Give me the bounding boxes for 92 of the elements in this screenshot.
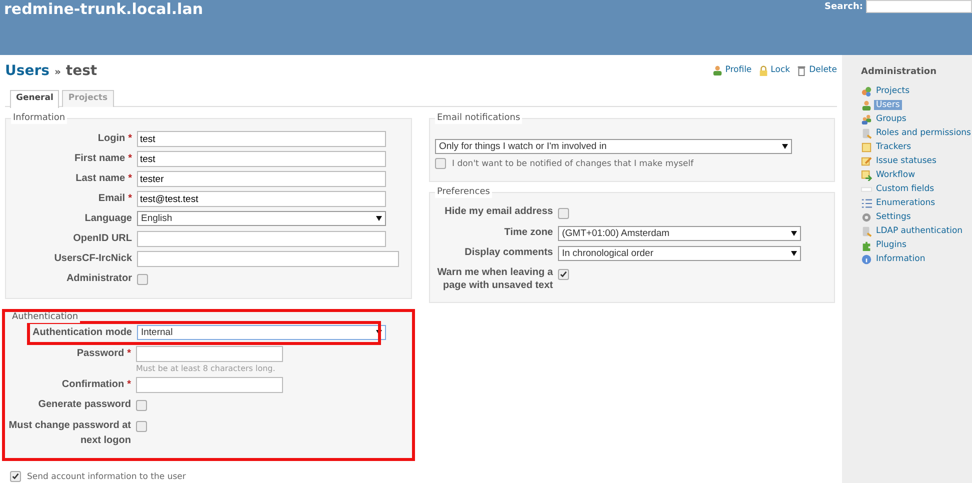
document-icon bbox=[861, 128, 872, 138]
caret-icon bbox=[782, 144, 788, 149]
field-label: UsersCF-IrcNick bbox=[54, 253, 132, 264]
required-mark: * bbox=[128, 173, 132, 184]
sidebar-link[interactable]: Trackers bbox=[874, 142, 914, 152]
sidebar-link[interactable]: Groups bbox=[874, 114, 908, 124]
sidebar-link[interactable]: LDAP authentication bbox=[874, 226, 965, 236]
section-legend: Authentication bbox=[10, 312, 80, 323]
field-label: First name bbox=[74, 153, 126, 164]
checkbox[interactable] bbox=[137, 274, 148, 285]
puzzle-icon bbox=[861, 240, 872, 250]
action-link[interactable]: Delete bbox=[796, 65, 837, 89]
required-mark: * bbox=[128, 133, 132, 144]
stack-icon bbox=[861, 86, 872, 96]
sidebar-link[interactable]: Issue statuses bbox=[874, 156, 938, 166]
field-label: Time zone bbox=[504, 227, 553, 238]
required-mark: * bbox=[127, 379, 131, 390]
field-hint: Must be at least 8 characters long. bbox=[136, 364, 276, 373]
sidebar-link[interactable]: Enumerations bbox=[874, 198, 938, 208]
select-field[interactable]: In chronological order bbox=[558, 246, 801, 261]
trash-icon bbox=[796, 65, 808, 76]
info-icon bbox=[861, 254, 872, 264]
caret-icon bbox=[791, 251, 797, 256]
text-field[interactable]: test bbox=[137, 151, 386, 167]
people-icon bbox=[861, 114, 872, 124]
person-icon bbox=[861, 100, 872, 110]
sidebar-link[interactable]: Information bbox=[874, 254, 928, 264]
list-icon bbox=[861, 198, 872, 208]
section-legend: Information bbox=[11, 113, 68, 124]
field-label: Generate password bbox=[38, 399, 131, 410]
sidebar-title: Administration bbox=[861, 67, 938, 77]
checkbox[interactable] bbox=[10, 471, 21, 482]
section-legend: Preferences bbox=[435, 187, 492, 198]
field-label: Password bbox=[76, 348, 124, 359]
sidebar-link[interactable]: Custom fields bbox=[874, 184, 936, 194]
text-field[interactable] bbox=[136, 377, 283, 393]
field-label: Warn me when leaving a page with unsaved text bbox=[437, 267, 553, 291]
text-field[interactable]: tester bbox=[137, 171, 386, 187]
checkbox[interactable] bbox=[136, 400, 147, 411]
select-field[interactable]: Internal bbox=[137, 325, 386, 340]
select-field[interactable]: English bbox=[137, 211, 386, 226]
field-label: Language bbox=[84, 213, 132, 224]
search-field[interactable] bbox=[866, 0, 972, 13]
caret-icon bbox=[376, 330, 382, 335]
site-title: redmine-trunk.local.lan bbox=[3, 0, 203, 18]
select-field[interactable]: (GMT+01:00) Amsterdam bbox=[558, 226, 801, 241]
required-mark: * bbox=[128, 153, 132, 164]
field-label: Login bbox=[98, 133, 126, 144]
breadcrumb-separator: » bbox=[54, 67, 61, 78]
text-field[interactable]: test bbox=[137, 131, 386, 147]
action-link[interactable]: Lock bbox=[758, 65, 790, 89]
sidebar-link[interactable]: Workflow bbox=[874, 170, 918, 180]
user-name: test bbox=[66, 63, 98, 79]
field-label: Email bbox=[98, 193, 126, 204]
select-field[interactable]: Only for things I watch or I'm involved in bbox=[435, 139, 792, 154]
checkbox-label: I don't want to be notified of changes that I make myself bbox=[452, 158, 694, 168]
sidebar-link[interactable]: Projects bbox=[874, 86, 912, 96]
sidebar-link[interactable]: Roles and permissions bbox=[874, 128, 972, 138]
sidebar-link[interactable]: Plugins bbox=[874, 240, 908, 250]
tab[interactable]: General bbox=[10, 90, 60, 108]
users-link[interactable]: Users bbox=[5, 63, 50, 79]
note-icon bbox=[861, 142, 872, 152]
field-label: Administrator bbox=[66, 273, 132, 284]
sidebar-link[interactable]: Settings bbox=[874, 212, 913, 222]
field-label: OpenID URL bbox=[73, 233, 132, 244]
checkbox[interactable] bbox=[558, 269, 569, 280]
text-field[interactable] bbox=[136, 346, 283, 362]
checkbox[interactable] bbox=[136, 421, 147, 432]
field-label: Display comments bbox=[464, 247, 553, 258]
field-label: Hide my email address bbox=[444, 206, 553, 217]
field-label: Authentication mode bbox=[32, 327, 132, 338]
checkbox-label: Send account information to the user bbox=[27, 472, 186, 482]
text-field[interactable] bbox=[137, 231, 386, 247]
action-link[interactable]: Profile bbox=[712, 65, 752, 89]
field-label: Last name bbox=[76, 173, 126, 184]
checkbox[interactable] bbox=[558, 208, 569, 219]
checkbox[interactable] bbox=[435, 158, 446, 169]
field-label: Confirmation bbox=[62, 379, 124, 390]
gear-icon bbox=[861, 212, 872, 222]
document-icon bbox=[861, 226, 872, 236]
caret-icon bbox=[791, 231, 797, 236]
required-mark: * bbox=[127, 348, 131, 359]
field-label: Must change password at next logon bbox=[8, 420, 131, 446]
search-label: Search: bbox=[824, 2, 863, 12]
required-mark: * bbox=[128, 193, 132, 204]
pencil-icon bbox=[861, 156, 872, 166]
section-legend: Email notifications bbox=[435, 113, 522, 124]
text-field[interactable]: test@test.test bbox=[137, 191, 386, 207]
lock-icon bbox=[758, 65, 769, 76]
person-icon bbox=[712, 65, 724, 76]
text-field[interactable] bbox=[137, 251, 399, 267]
caret-icon bbox=[376, 216, 382, 221]
